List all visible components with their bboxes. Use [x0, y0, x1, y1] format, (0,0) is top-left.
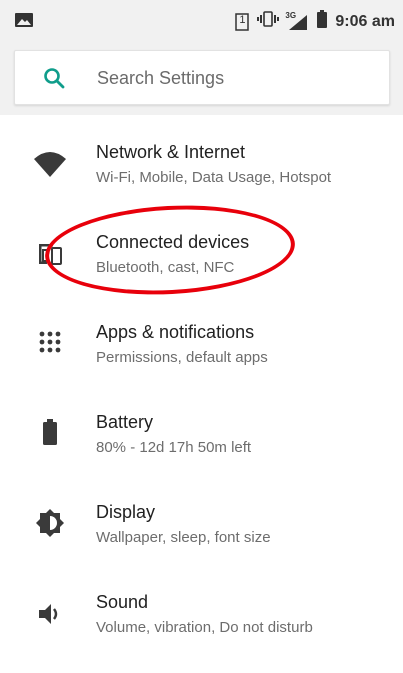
- search-input[interactable]: Search Settings: [97, 68, 224, 89]
- status-icons: 1 3G 9:06 am: [235, 10, 395, 33]
- settings-screen: 1 3G 9:06 am Search Settings Network & I…: [0, 0, 403, 673]
- status-bar: 1 3G 9:06 am: [0, 0, 403, 40]
- sim-slot-label: 1: [239, 13, 246, 26]
- setting-display[interactable]: Display Wallpaper, sleep, font size: [0, 475, 403, 565]
- setting-title: Apps & notifications: [96, 322, 255, 342]
- setting-title: Display: [96, 502, 156, 522]
- setting-title: Battery: [96, 412, 154, 432]
- network-type-label: 3G: [285, 10, 297, 20]
- setting-connected-devices[interactable]: Connected devices Bluetooth, cast, NFC: [0, 205, 403, 295]
- wifi-icon: [34, 148, 66, 180]
- clock: 9:06 am: [335, 12, 395, 30]
- search-bar[interactable]: Search Settings: [14, 50, 390, 105]
- image-icon: [15, 13, 33, 32]
- apps-grid-icon: [34, 326, 66, 358]
- setting-apps-notifications[interactable]: Apps & notifications Permissions, defaul…: [0, 295, 403, 385]
- setting-battery[interactable]: Battery 80% - 12d 17h 50m left: [0, 385, 403, 475]
- setting-subtitle: Permissions, default apps: [96, 349, 268, 366]
- setting-network-internet[interactable]: Network & Internet Wi-Fi, Mobile, Data U…: [0, 115, 403, 205]
- brightness-icon: [34, 507, 66, 539]
- setting-subtitle: Bluetooth, cast, NFC: [96, 259, 235, 276]
- settings-list: Network & Internet Wi-Fi, Mobile, Data U…: [0, 115, 403, 673]
- vibrate-icon: [257, 10, 280, 33]
- setting-subtitle: Wi-Fi, Mobile, Data Usage, Hotspot: [96, 169, 332, 186]
- signal-icon: 3G: [285, 10, 309, 31]
- sim-1-icon: 1: [235, 12, 250, 31]
- search-icon: [43, 67, 65, 94]
- setting-subtitle: Volume, vibration, Do not disturb: [96, 619, 313, 636]
- devices-icon: [34, 238, 66, 270]
- setting-title: Sound: [96, 592, 149, 612]
- setting-subtitle: 80% - 12d 17h 50m left: [96, 439, 252, 456]
- setting-title: Network & Internet: [96, 142, 246, 162]
- battery-icon: [317, 10, 328, 33]
- setting-sound[interactable]: Sound Volume, vibration, Do not disturb: [0, 565, 403, 655]
- setting-title: Connected devices: [96, 232, 250, 252]
- battery-icon: [34, 416, 66, 448]
- volume-icon: [34, 598, 66, 630]
- setting-subtitle: Wallpaper, sleep, font size: [96, 529, 271, 546]
